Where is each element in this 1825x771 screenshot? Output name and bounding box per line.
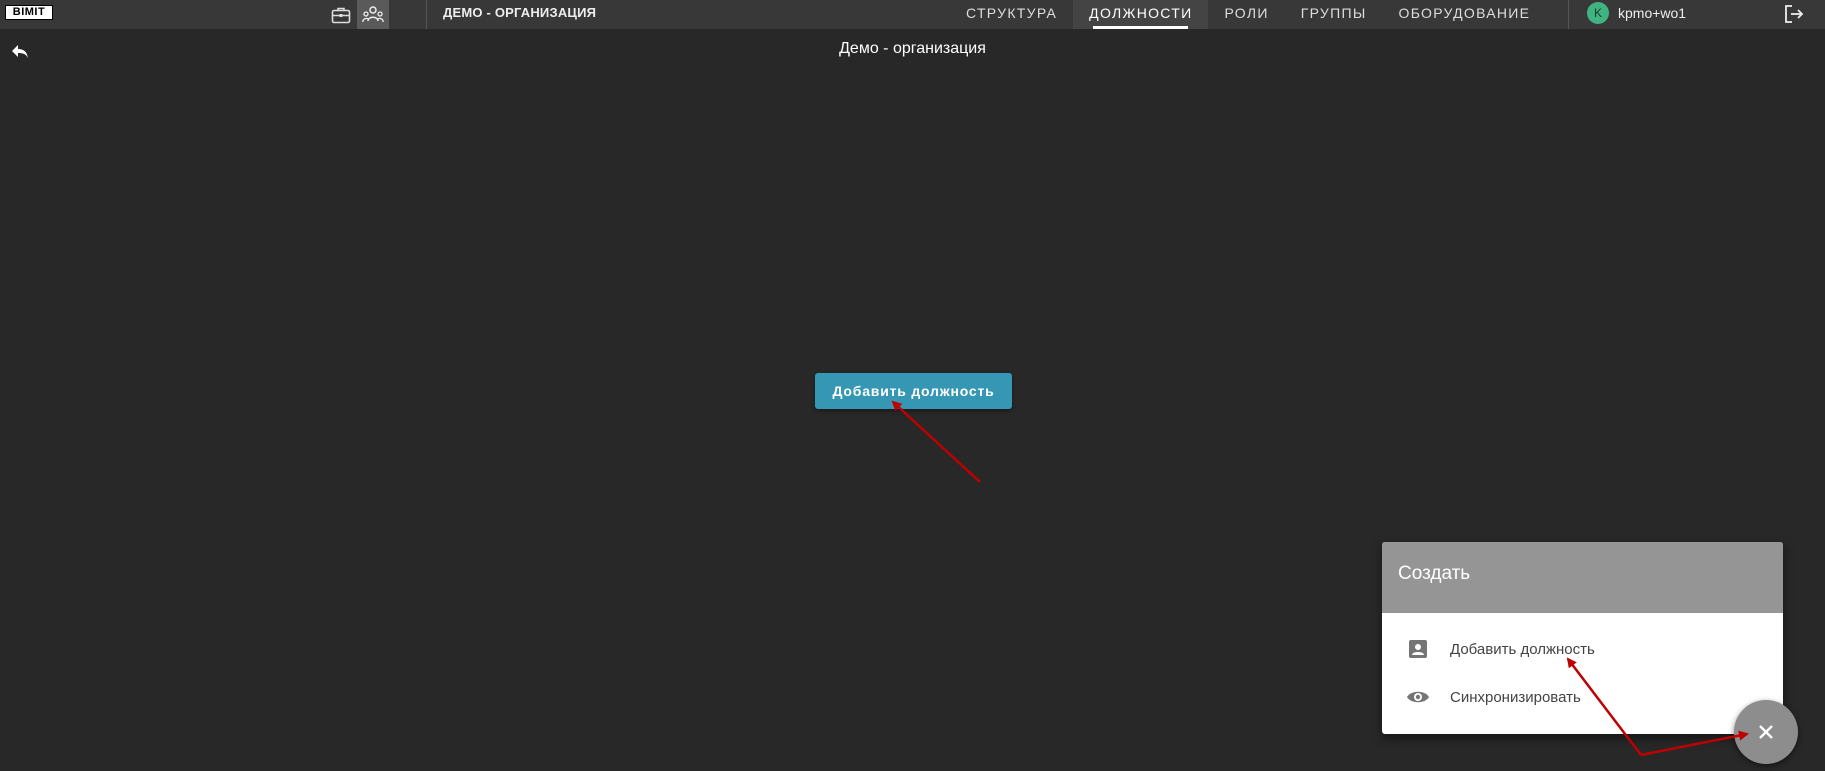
account-box-icon bbox=[1406, 637, 1430, 661]
tab-groups[interactable]: ГРУППЫ bbox=[1285, 0, 1383, 29]
add-position-button[interactable]: Добавить должность bbox=[815, 373, 1012, 409]
divider bbox=[426, 0, 427, 29]
tab-roles[interactable]: РОЛИ bbox=[1208, 0, 1284, 29]
page-title: Демо - организация bbox=[839, 40, 986, 57]
menu-item-label: Добавить должность bbox=[1450, 640, 1595, 658]
menu-item-label: Синхронизировать bbox=[1450, 688, 1581, 706]
briefcase-icon bbox=[331, 7, 351, 23]
menu-item-sync[interactable]: Синхронизировать bbox=[1382, 673, 1783, 721]
logout-button[interactable] bbox=[1783, 3, 1805, 25]
create-menu-title: Создать bbox=[1382, 542, 1783, 613]
people-button[interactable] bbox=[357, 0, 389, 29]
briefcase-button[interactable] bbox=[325, 0, 357, 29]
logout-icon bbox=[1785, 5, 1804, 23]
divider bbox=[1568, 0, 1569, 29]
create-menu: Создать Добавить должность Синхронизиров bbox=[1382, 542, 1783, 734]
eye-icon bbox=[1406, 685, 1430, 709]
tab-equipment[interactable]: ОБОРУДОВАНИЕ bbox=[1383, 0, 1547, 29]
org-title: ДЕМО - ОРГАНИЗАЦИЯ bbox=[443, 5, 597, 20]
top-bar: BIMIT ДЕМО - ОРГАНИЗАЦИЯ СТРУКТУРА ДОЛЖН… bbox=[0, 0, 1825, 29]
create-menu-list: Добавить должность Синхронизировать bbox=[1382, 613, 1783, 721]
username[interactable]: kpmo+wo1 bbox=[1618, 0, 1686, 26]
tab-positions[interactable]: ДОЛЖНОСТИ bbox=[1073, 0, 1209, 29]
menu-item-add-position[interactable]: Добавить должность bbox=[1382, 625, 1783, 673]
nav-tabs: СТРУКТУРА ДОЛЖНОСТИ РОЛИ ГРУППЫ ОБОРУДОВ… bbox=[950, 0, 1546, 29]
annotation-arrow bbox=[1640, 730, 1749, 757]
avatar[interactable]: K bbox=[1587, 2, 1609, 24]
people-icon bbox=[362, 5, 384, 22]
close-icon bbox=[1759, 725, 1773, 739]
bimit-logo[interactable]: BIMIT bbox=[5, 5, 53, 20]
close-fab-button[interactable] bbox=[1734, 700, 1798, 764]
annotation-arrow bbox=[891, 400, 981, 483]
tab-structure[interactable]: СТРУКТУРА bbox=[950, 0, 1073, 29]
